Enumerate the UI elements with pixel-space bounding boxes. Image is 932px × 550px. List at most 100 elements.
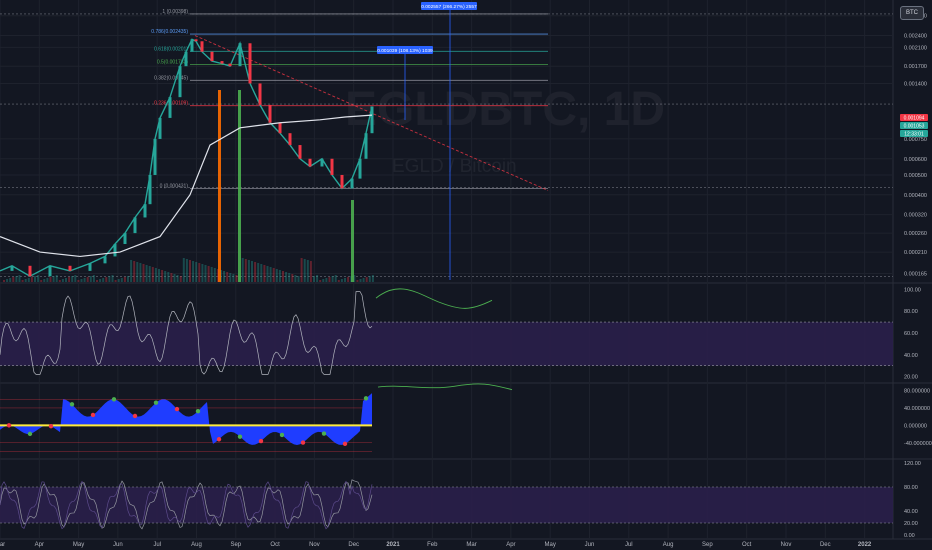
volume-bar: [331, 276, 334, 282]
osc-signal-dot: [153, 400, 159, 405]
price-candle: [268, 104, 272, 123]
x-tick-label: Apr: [506, 542, 515, 548]
measure-label: 0.001039 (108.13%) 1039: [377, 48, 433, 54]
osc-signal-dot: [195, 408, 201, 414]
volume-bar: [43, 279, 46, 282]
volume-bar: [328, 277, 331, 282]
volume-bar: [3, 280, 5, 282]
price-candle: [228, 63, 232, 67]
price-candle: [350, 178, 354, 189]
x-tick-label: Sep: [230, 542, 241, 548]
volume-bar: [142, 264, 145, 282]
volume-bar: [108, 276, 111, 282]
price-tick-label: 0.002100: [904, 45, 927, 51]
osc-signal-dot: [174, 406, 180, 412]
volume-bar: [158, 269, 160, 282]
volume-bar: [179, 276, 182, 282]
volume-bar: [282, 271, 284, 282]
volume-bar: [185, 259, 188, 282]
volume-bar: [365, 277, 368, 282]
volume-bar: [77, 280, 80, 282]
price-candle: [178, 66, 182, 98]
volume-bar: [210, 267, 213, 282]
osc-signal-dot: [321, 431, 327, 436]
price-tick-label: 0.002400: [904, 34, 927, 40]
volume-bar: [229, 273, 232, 282]
volume-bar: [30, 277, 33, 282]
price-candle: [298, 145, 302, 159]
price-candle: [184, 51, 188, 67]
volume-bar: [151, 267, 154, 282]
osc-signal-dot: [258, 438, 264, 444]
volume-bar: [247, 260, 250, 282]
x-tick-label: Jul: [625, 542, 633, 548]
volume-bar: [244, 259, 247, 282]
volume-bar: [226, 272, 229, 282]
volume-bar: [254, 262, 257, 282]
volume-bar: [257, 263, 260, 282]
volume-bar: [9, 278, 12, 282]
volume-bar: [173, 274, 176, 282]
volume-bar: [167, 272, 170, 282]
volume-bar: [34, 276, 36, 282]
volume-bar: [123, 277, 126, 282]
volume-bar: [127, 276, 129, 282]
volume-bar: [148, 266, 151, 282]
volume-bar: [182, 258, 185, 282]
volume-bar: [49, 277, 52, 282]
volume-bar: [340, 279, 343, 282]
volume-bar: [6, 279, 9, 282]
volume-bar: [68, 277, 71, 282]
volume-bar: [189, 260, 191, 282]
fib-level-label: 0.786(0.002435): [151, 29, 188, 35]
price-candle: [220, 61, 224, 64]
fib-level-label: 0.382(0.00145): [154, 75, 188, 81]
volume-bar: [21, 280, 24, 282]
x-tick-label: Oct: [742, 542, 752, 548]
volume-bar: [89, 276, 92, 282]
measure-label: 0.002557 (266.27%) 2557: [421, 4, 477, 10]
currency-badge[interactable]: BTC: [900, 6, 924, 20]
price-candle: [148, 174, 152, 205]
volume-spike: [351, 200, 354, 282]
volume-bar: [371, 275, 374, 282]
volume-bar: [18, 275, 21, 282]
volume-bar: [235, 275, 238, 282]
volume-bar: [204, 265, 207, 282]
osc-tick-label: 40.000000: [904, 406, 930, 412]
volume-bar: [232, 274, 235, 282]
rsi-tick-label: 20.00: [904, 375, 918, 381]
volume-bar: [52, 276, 55, 282]
osc-signal-dot: [300, 440, 306, 445]
stoch-tick-label: 20.00: [904, 521, 918, 527]
volume-bar: [145, 265, 148, 282]
volume-bar: [359, 279, 362, 282]
volume-bar: [344, 278, 346, 282]
volume-bar: [313, 276, 315, 282]
volume-bar: [316, 275, 319, 282]
price-tick-label: 0.000260: [904, 231, 927, 237]
volume-bar: [285, 272, 288, 282]
fib-retracement-layer: 1 (0.00398)0.786(0.002435)0.618(0.00201)…: [0, 2, 893, 280]
fib-level-label: 0.5(0.001733): [157, 60, 188, 66]
volume-bar: [27, 278, 30, 282]
chart-canvas[interactable]: 1 (0.00398)0.786(0.002435)0.618(0.00201)…: [0, 0, 932, 550]
price-markers: 0.001094 0.001053 12:33:01: [900, 114, 928, 138]
x-tick-label: Nov: [309, 542, 320, 548]
x-tick-label: Feb: [427, 542, 438, 548]
volume-bar: [260, 264, 263, 282]
osc-area: [0, 393, 372, 445]
stoch-tick-label: 80.00: [904, 485, 918, 491]
volume-bar: [266, 266, 269, 282]
volume-bar: [92, 275, 95, 282]
volume-bar: [24, 279, 27, 282]
stoch-tick-label: 40.00: [904, 509, 918, 515]
volume-layer: [3, 90, 374, 282]
price-candle: [258, 83, 262, 105]
fib-level-label: 0 (0.000431): [160, 183, 189, 189]
volume-bar: [61, 279, 64, 282]
volume-bar: [223, 271, 226, 282]
x-tick-label: Aug: [663, 542, 674, 548]
fib-level-label: 0.618(0.00201): [154, 46, 188, 52]
x-tick-label: Dec: [820, 542, 831, 548]
